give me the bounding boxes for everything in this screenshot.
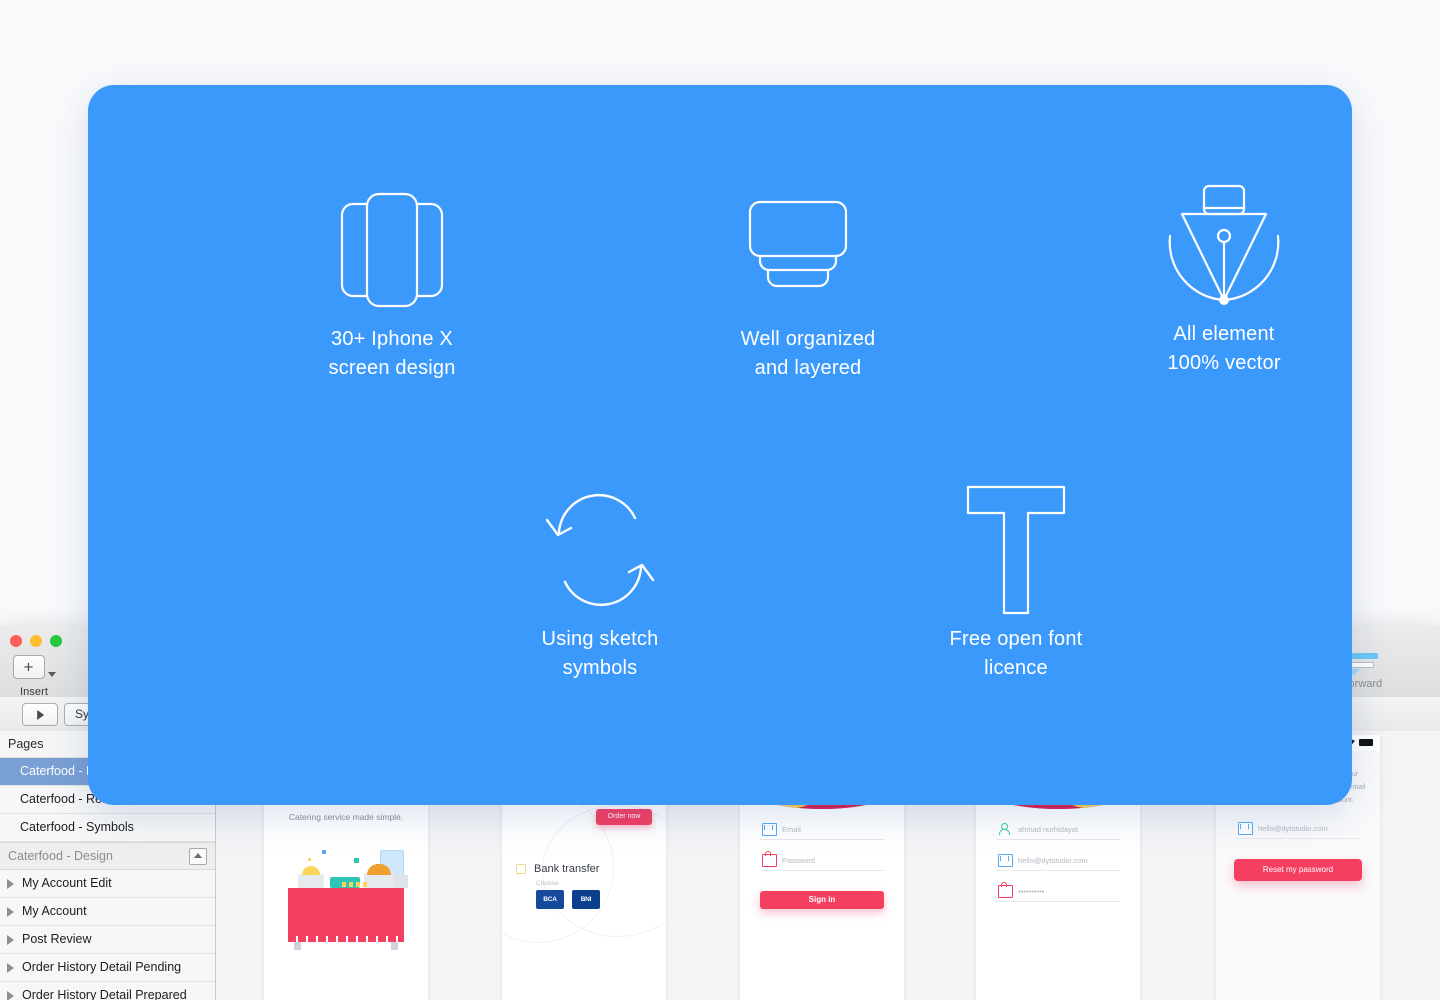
disclosure-triangle-icon[interactable]: [7, 963, 14, 973]
insert-tool[interactable]: + Insert: [6, 655, 62, 698]
sign-in-button[interactable]: Sign in: [760, 891, 884, 909]
password-field[interactable]: Password: [760, 851, 884, 871]
mail-icon: [1238, 821, 1253, 835]
password-field[interactable]: ••••••••••: [996, 882, 1120, 902]
play-icon: [37, 709, 45, 720]
stacked-phone-screens-icon: [232, 175, 552, 325]
battery-icon: [1359, 739, 1373, 746]
layer-item-my-account[interactable]: My Account: [0, 898, 215, 926]
forward-bar-top: [1352, 653, 1378, 659]
collapse-icon[interactable]: [189, 848, 207, 865]
feature-label: 30+ Iphone X screen design: [328, 328, 456, 379]
name-field[interactable]: ahmad nurhidayat: [996, 823, 1120, 840]
choose-label: Choose: [536, 880, 559, 887]
order-now-button[interactable]: Order now: [596, 809, 652, 825]
disclosure-triangle-icon[interactable]: [7, 879, 14, 889]
plus-glyph: +: [23, 657, 34, 677]
layer-item-order-history-prepared[interactable]: Order History Detail Prepared: [0, 982, 215, 1000]
feature-label: Free open font licence: [949, 628, 1083, 679]
play-button[interactable]: [22, 703, 58, 726]
layer-group-label: Caterfood - Design: [8, 849, 113, 863]
feature-label: All element 100% vector: [1167, 323, 1281, 374]
lock-icon: [762, 851, 777, 867]
disclosure-triangle-icon[interactable]: [7, 991, 14, 1000]
layer-item-post-review[interactable]: Post Review: [0, 926, 215, 954]
feature-sketch-symbols: Using sketch symbols: [440, 475, 760, 683]
email-placeholder: Email: [782, 825, 801, 834]
bank-logo-list: BCA BNI: [536, 890, 600, 909]
layer-group-header[interactable]: Caterfood - Design: [0, 842, 215, 870]
layer-item-my-account-edit[interactable]: My Account Edit: [0, 870, 215, 898]
pen-nib-vector-icon: [1064, 170, 1352, 320]
feature-iphone-screens: 30+ Iphone X screen design: [232, 175, 552, 383]
bank-logo-bca[interactable]: BCA: [536, 890, 564, 909]
disclosure-triangle-icon[interactable]: [7, 935, 14, 945]
zoom-icon[interactable]: [50, 635, 62, 647]
feature-vector-elements: All element 100% vector: [1064, 170, 1352, 378]
insert-plus-icon[interactable]: +: [12, 655, 45, 679]
password-value: ••••••••••: [1018, 887, 1045, 896]
feature-organized-layers: Well organized and layered: [648, 175, 968, 383]
close-icon[interactable]: [10, 635, 22, 647]
text-tool-icon: [856, 475, 1176, 625]
feature-label: Using sketch symbols: [541, 628, 659, 679]
email-value: hello@dytstudio.com: [1018, 856, 1088, 865]
password-placeholder: Password: [782, 856, 815, 865]
name-value: ahmad nurhidayat: [1018, 825, 1079, 834]
reset-password-button[interactable]: Reset my password: [1234, 858, 1362, 881]
mail-icon: [762, 823, 777, 836]
email-field[interactable]: hello@dytstudio.com: [1236, 821, 1360, 839]
checkbox-icon[interactable]: [516, 864, 526, 874]
bank-transfer-row[interactable]: Bank transfer: [516, 863, 599, 875]
page-item-caterfood-symbols[interactable]: Caterfood - Symbols: [0, 814, 215, 842]
layer-label: Order History Detail Prepared: [22, 988, 187, 1000]
email-field[interactable]: Email: [760, 823, 884, 840]
bank-logo-bni[interactable]: BNI: [572, 890, 600, 909]
sync-arrows-icon: [440, 475, 760, 625]
layer-label: Order History Detail Pending: [22, 960, 182, 974]
layer-item-order-history-pending[interactable]: Order History Detail Pending: [0, 954, 215, 982]
bank-transfer-title: Bank transfer: [534, 863, 600, 875]
layer-label: My Account Edit: [22, 876, 112, 890]
email-field[interactable]: hello@dytstudio.com: [996, 854, 1120, 871]
splash-tagline: Catering service made simple.: [288, 812, 404, 822]
email-value: hello@dytstudio.com: [1258, 823, 1328, 833]
layer-label: My Account: [22, 904, 87, 918]
lock-icon: [998, 882, 1013, 898]
feature-font-licence: Free open font licence: [856, 475, 1176, 683]
mail-icon: [998, 854, 1013, 867]
feature-highlight-card: 30+ Iphone X screen design Well organize…: [88, 85, 1352, 805]
user-icon: [998, 823, 1011, 835]
catering-illustration: [264, 846, 428, 956]
feature-label: Well organized and layered: [740, 328, 876, 379]
chevron-down-icon[interactable]: [47, 672, 56, 678]
stacked-layers-icon: [648, 175, 968, 325]
layer-label: Post Review: [22, 932, 92, 946]
disclosure-triangle-icon[interactable]: [7, 907, 14, 917]
minimize-icon[interactable]: [30, 635, 42, 647]
traffic-lights: [10, 635, 62, 647]
